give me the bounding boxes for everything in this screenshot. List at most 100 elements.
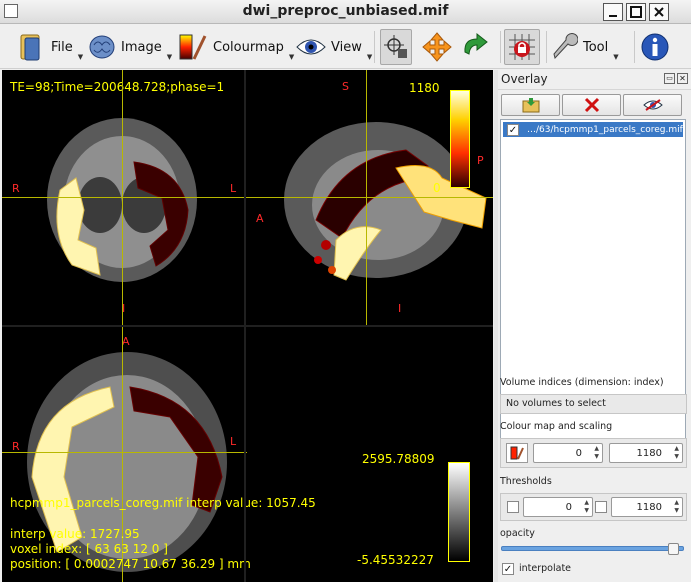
- position-text: position: [ 0.0002747 10.67 36.29 ] mm: [10, 557, 251, 571]
- eye-hidden-icon: [642, 99, 663, 111]
- main-toolbar: File ▼ Image ▼ Colourmap ▼ View ▼ Tool ▼: [0, 25, 691, 69]
- colourmap-menu-button[interactable]: Colourmap ▼: [178, 29, 294, 65]
- colourmap-icon: [179, 34, 207, 60]
- overlay-visible-checkbox[interactable]: ✓: [507, 123, 519, 136]
- lower-threshold-checkbox[interactable]: [507, 501, 519, 513]
- volume-indices-label: Volume indices (dimension: index): [500, 377, 664, 388]
- crosshair-vertical: [122, 70, 123, 325]
- scale-max-spinbox[interactable]: 1180 ▲ ▼: [609, 443, 683, 463]
- grid-lock-icon: [509, 34, 535, 60]
- rotate-icon: [464, 32, 488, 55]
- dropdown-arrow-icon: ▼: [366, 53, 373, 61]
- scale-min-value: 0: [575, 447, 582, 459]
- upper-threshold-checkbox[interactable]: [595, 501, 607, 513]
- image-info-text: TE=98;Time=200648.728;phase=1: [10, 80, 225, 94]
- interp-value-text: interp value: 1727.95: [10, 527, 140, 541]
- brain-icon: [89, 35, 115, 59]
- crosshair-horizontal: [246, 197, 493, 198]
- info-button[interactable]: [640, 29, 670, 65]
- window-title: dwi_preproc_unbiased.mif: [242, 3, 449, 19]
- float-panel-icon[interactable]: ▭: [664, 73, 675, 84]
- close-icon: [654, 7, 664, 17]
- view-menu-button[interactable]: View ▼: [296, 29, 372, 65]
- orient-right-label: R: [12, 182, 20, 195]
- wrench-icon: [553, 33, 578, 60]
- orient-left-label: L: [230, 182, 237, 195]
- close-button[interactable]: [649, 3, 669, 21]
- colourmap-label: Colourmap: [213, 39, 284, 55]
- orient-anterior-label: A: [256, 212, 264, 225]
- crosshair-tool-button[interactable]: [380, 29, 412, 65]
- image-menu-button[interactable]: Image ▼: [88, 29, 172, 65]
- colorbar-top-max: 1180: [409, 81, 440, 95]
- thresholds-label: Thresholds: [500, 476, 552, 487]
- threshold-min-value: 0: [565, 501, 572, 513]
- overlay-panel-title: Overlay: [501, 72, 548, 86]
- eye-icon: [296, 39, 326, 55]
- dropdown-arrow-icon: ▼: [77, 53, 84, 61]
- opacity-label: opacity: [500, 528, 535, 539]
- tool-menu-button[interactable]: Tool ▼: [552, 29, 619, 65]
- threshold-min-spinbox[interactable]: 0 ▲ ▼: [523, 497, 593, 517]
- overlay-panel: Overlay ▭ ✕ ✓ …/63/hcpmmp1_parcels_coreg…: [498, 70, 691, 582]
- interpolate-label: interpolate: [519, 563, 572, 574]
- interpolate-checkbox[interactable]: ✓: [502, 563, 514, 575]
- maximize-icon: [630, 6, 642, 18]
- open-folder-icon: [522, 98, 539, 113]
- image-viewer[interactable]: TE=98;Time=200648.728;phase=1 R L I S P …: [2, 70, 493, 582]
- lock-grid-button[interactable]: [504, 29, 540, 65]
- orient-superior-label: S: [342, 80, 349, 93]
- move-arrows-icon: [422, 32, 452, 62]
- coronal-view[interactable]: TE=98;Time=200648.728;phase=1 R L I: [2, 70, 244, 325]
- colorbar-hot: [450, 90, 470, 188]
- opacity-slider-track[interactable]: [501, 546, 684, 551]
- red-x-icon: [584, 97, 599, 113]
- remove-overlay-button[interactable]: [562, 94, 621, 116]
- crosshair-icon: [384, 35, 407, 58]
- folder-icon: [20, 34, 40, 61]
- overlay-list-item[interactable]: ✓ …/63/hcpmmp1_parcels_coreg.mif: [503, 122, 683, 137]
- title-bar: dwi_preproc_unbiased.mif: [0, 0, 691, 24]
- orient-posterior-label: P: [477, 154, 484, 167]
- pan-tool-button[interactable]: [422, 29, 452, 65]
- minimize-button[interactable]: [603, 3, 623, 21]
- maximize-button[interactable]: [626, 3, 646, 21]
- crosshair-horizontal: [2, 197, 244, 198]
- orient-inferior-label: I: [398, 302, 402, 315]
- scale-min-spinbox[interactable]: 0 ▲ ▼: [533, 443, 603, 463]
- colourmap-select-button[interactable]: [506, 443, 528, 463]
- rotate-tool-button[interactable]: [460, 29, 490, 65]
- scale-max-value: 1180: [636, 447, 662, 459]
- no-volumes-text: No volumes to select: [506, 398, 606, 409]
- sagittal-view[interactable]: S P A I 1180 0: [246, 70, 493, 325]
- orient-anterior-label: A: [122, 335, 130, 348]
- view-label: View: [331, 39, 362, 55]
- crosshair-horizontal: [2, 452, 247, 453]
- colour-map-label: Colour map and scaling: [500, 421, 613, 432]
- image-label: Image: [121, 39, 162, 55]
- threshold-max-value: 1180: [636, 501, 662, 513]
- colourmap-icon: [510, 446, 524, 460]
- tool-label: Tool: [583, 39, 609, 55]
- crosshair-vertical: [366, 70, 367, 325]
- close-panel-icon[interactable]: ✕: [677, 73, 688, 84]
- orient-left-label: L: [230, 435, 237, 448]
- info-icon: [641, 33, 669, 61]
- minimize-icon: [609, 15, 617, 17]
- colorbar-bottom-min: -5.45532227: [357, 553, 434, 567]
- axial-view[interactable]: A R L 2595.78809 -5.45532227 hcpmmp1_par…: [2, 327, 493, 582]
- voxel-index-text: voxel index: [ 63 63 12 0 ]: [10, 542, 168, 556]
- colorbar-bottom-max: 2595.78809: [362, 452, 435, 466]
- open-overlay-button[interactable]: [501, 94, 560, 116]
- dropdown-arrow-icon: ▼: [613, 53, 619, 61]
- threshold-max-spinbox[interactable]: 1180 ▲ ▼: [611, 497, 683, 517]
- colorbar-top-min: 0: [433, 181, 441, 195]
- overlay-value-text: hcpmmp1_parcels_coreg.mif interp value: …: [10, 496, 316, 510]
- opacity-slider-handle[interactable]: [667, 543, 679, 555]
- dropdown-arrow-icon: ▼: [288, 53, 295, 61]
- file-label: File: [51, 39, 73, 55]
- file-menu-button[interactable]: File ▼: [18, 29, 83, 65]
- overlay-panel-header: Overlay ▭ ✕: [498, 70, 691, 90]
- hide-overlay-button[interactable]: [623, 94, 682, 116]
- no-volumes-box: No volumes to select: [500, 394, 687, 414]
